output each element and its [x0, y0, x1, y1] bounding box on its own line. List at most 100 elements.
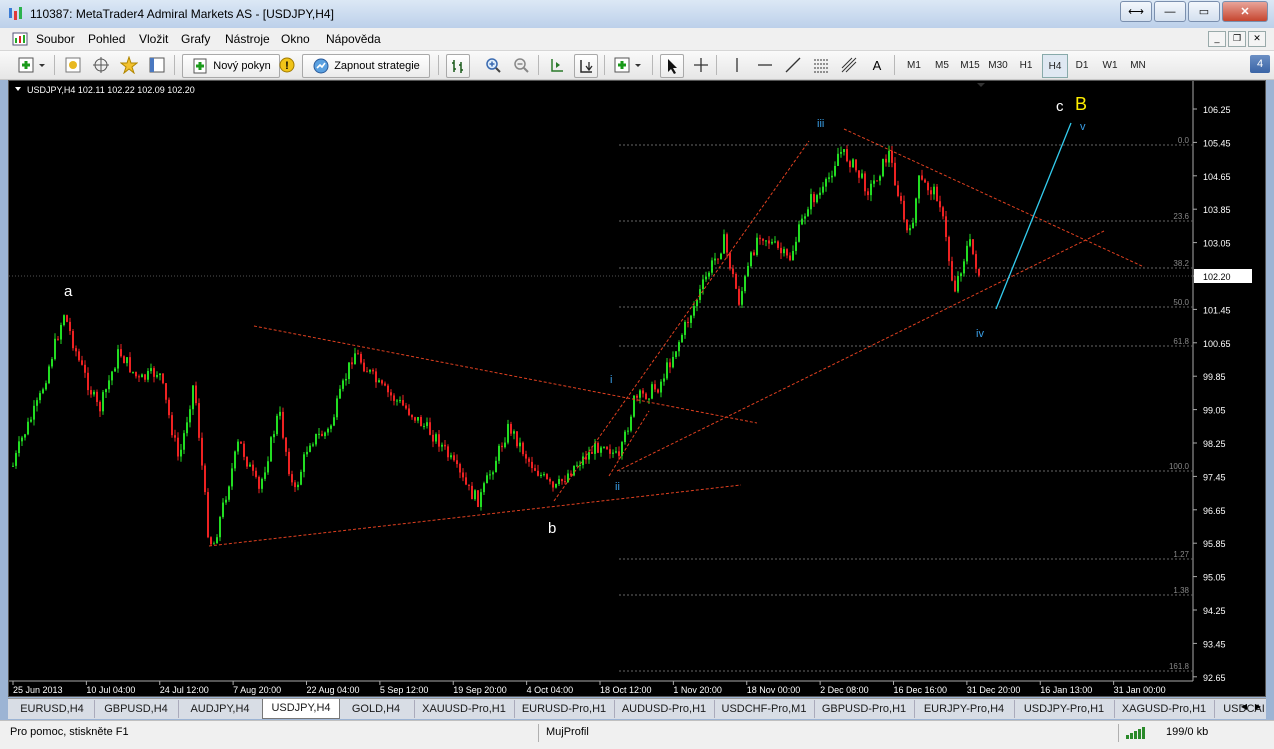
- bar-chart-button[interactable]: [446, 54, 470, 78]
- mdi-minimize-button[interactable]: _: [1208, 31, 1226, 47]
- chart-canvas[interactable]: 106.25 105.45 104.65 103.85 103.05 101.45 100.…: [9, 81, 1265, 696]
- close-button[interactable]: ✕: [1222, 1, 1268, 22]
- app-icon: [9, 7, 22, 20]
- indicators-button[interactable]: [612, 54, 644, 76]
- tab-scroll-right-icon[interactable]: ▶: [1252, 702, 1264, 711]
- candle-body: [783, 249, 785, 254]
- timeframe-m1[interactable]: M1: [902, 54, 926, 76]
- time-tick-label: 24 Jul 12:00: [160, 685, 209, 695]
- timeframe-d1[interactable]: D1: [1070, 54, 1094, 76]
- candle-body: [357, 353, 359, 355]
- candle-body: [867, 191, 869, 196]
- trendline-triangle-base: [616, 230, 1105, 472]
- terminal-button[interactable]: [146, 54, 168, 76]
- horizontal-line-tool-button[interactable]: [754, 54, 776, 76]
- mdi-restore-button[interactable]: ❐: [1228, 31, 1246, 47]
- tab-eurusd-pro-h1[interactable]: EURUSD-Pro,H1: [514, 700, 615, 718]
- new-chart-button[interactable]: [16, 54, 48, 76]
- notifications-badge[interactable]: 4: [1250, 55, 1270, 73]
- candle-body: [858, 170, 860, 178]
- timeframe-w1[interactable]: W1: [1098, 54, 1122, 76]
- data-window-button[interactable]: [90, 54, 112, 76]
- candle-body: [690, 315, 692, 323]
- time-tick-label: 10 Jul 04:00: [86, 685, 135, 695]
- tab-usdchf-pro-m1[interactable]: USDCHF-Pro,M1: [714, 700, 815, 718]
- new-order-button[interactable]: Nový pokyn: [182, 54, 280, 78]
- alert-button[interactable]: !: [276, 54, 298, 76]
- candle-body: [288, 451, 290, 475]
- timeframe-m15[interactable]: M15: [958, 54, 982, 76]
- bar-chart-icon: [452, 60, 463, 73]
- fib-level-label: 50.0: [1173, 298, 1189, 307]
- trendline-tool-button[interactable]: [782, 54, 804, 76]
- tab-eurusd-h4[interactable]: EURUSD,H4: [10, 700, 95, 718]
- tab-usdjpy-pro-h1[interactable]: USDJPY-Pro,H1: [1014, 700, 1115, 718]
- candle-body: [792, 251, 794, 261]
- menu-nastroje[interactable]: Nástroje: [225, 32, 270, 46]
- market-watch-button[interactable]: [62, 54, 84, 76]
- candle-body: [381, 380, 383, 384]
- tab-xagusd-pro-h1[interactable]: XAGUSD-Pro,H1: [1114, 700, 1215, 718]
- candle-body: [648, 398, 650, 400]
- price-chart[interactable]: 106.25 105.45 104.65 103.85 103.05 101.45 100.…: [8, 80, 1266, 697]
- candle-body: [132, 371, 134, 373]
- text-tool-button[interactable]: A: [866, 54, 888, 76]
- tab-audjpy-h4[interactable]: AUDJPY,H4: [178, 700, 263, 718]
- menu-okno[interactable]: Okno: [281, 32, 310, 46]
- candle-body: [231, 468, 233, 487]
- tab-gbpusd-pro-h1[interactable]: GBPUSD-Pro,H1: [814, 700, 915, 718]
- time-tick-label: 31 Dec 20:00: [967, 685, 1021, 695]
- cursor-arrow-icon: [668, 59, 677, 74]
- candle-body: [339, 388, 341, 399]
- crosshair-tool-button[interactable]: [690, 54, 712, 76]
- navigator-button[interactable]: [118, 54, 140, 76]
- tab-eurjpy-pro-h4[interactable]: EURJPY-Pro,H4: [914, 700, 1015, 718]
- candle-body: [315, 433, 317, 445]
- tab-usdjpy-h4[interactable]: USDJPY,H4: [262, 699, 340, 719]
- autotrading-button[interactable]: Zapnout strategie: [302, 54, 430, 78]
- menu-grafy[interactable]: Grafy: [181, 32, 210, 46]
- maximize-button[interactable]: ▭: [1188, 1, 1220, 22]
- candle-body: [273, 434, 275, 438]
- tab-gold-h4[interactable]: GOLD,H4: [338, 700, 415, 718]
- minimize-button[interactable]: —: [1154, 1, 1186, 22]
- channel-tool-button[interactable]: [810, 54, 832, 76]
- menu-pohled[interactable]: Pohled: [88, 32, 125, 46]
- timeframe-h4[interactable]: H4: [1042, 54, 1068, 78]
- candle-body: [156, 375, 158, 377]
- tab-xauusd-pro-h1[interactable]: XAUUSD-Pro,H1: [414, 700, 515, 718]
- menu-soubor[interactable]: Soubor: [36, 32, 75, 46]
- menu-napoveda[interactable]: Nápověda: [326, 32, 381, 46]
- timeframe-mn[interactable]: MN: [1126, 54, 1150, 76]
- tab-audusd-pro-h1[interactable]: AUDUSD-Pro,H1: [614, 700, 715, 718]
- timeframe-m5[interactable]: M5: [930, 54, 954, 76]
- candle-body: [393, 395, 395, 401]
- tab-scroll-left-icon[interactable]: ◀: [1238, 702, 1250, 711]
- restore-drag-button[interactable]: ⟷: [1120, 1, 1152, 22]
- timeframe-m30[interactable]: M30: [986, 54, 1010, 76]
- cursor-tool-button[interactable]: [660, 54, 684, 78]
- zoom-out-button[interactable]: [510, 54, 532, 76]
- candle-body: [126, 357, 128, 364]
- candle-body: [330, 425, 332, 429]
- tab-gbpusd-h4[interactable]: GBPUSD,H4: [94, 700, 179, 718]
- candle-body: [537, 470, 539, 476]
- time-tick-label: 4 Oct 04:00: [527, 685, 574, 695]
- candle-body: [459, 464, 461, 473]
- candle-body: [894, 162, 896, 186]
- timeframe-h1[interactable]: H1: [1014, 54, 1038, 76]
- zoom-in-button[interactable]: [482, 54, 504, 76]
- autoscroll-button[interactable]: [574, 54, 598, 78]
- candle-body: [129, 357, 131, 373]
- menu-vlozit[interactable]: Vložit: [139, 32, 168, 46]
- time-tick-label: 22 Aug 04:00: [307, 685, 360, 695]
- candle-body: [624, 431, 626, 443]
- mdi-close-button[interactable]: ✕: [1248, 31, 1266, 47]
- vertical-line-tool-button[interactable]: [726, 54, 748, 76]
- candle-body: [237, 441, 239, 452]
- candle-body: [840, 152, 842, 154]
- candle-body: [375, 371, 377, 383]
- chart-shift-button[interactable]: [546, 54, 568, 76]
- candle-body: [939, 201, 941, 208]
- fibonacci-tool-button[interactable]: [838, 54, 860, 76]
